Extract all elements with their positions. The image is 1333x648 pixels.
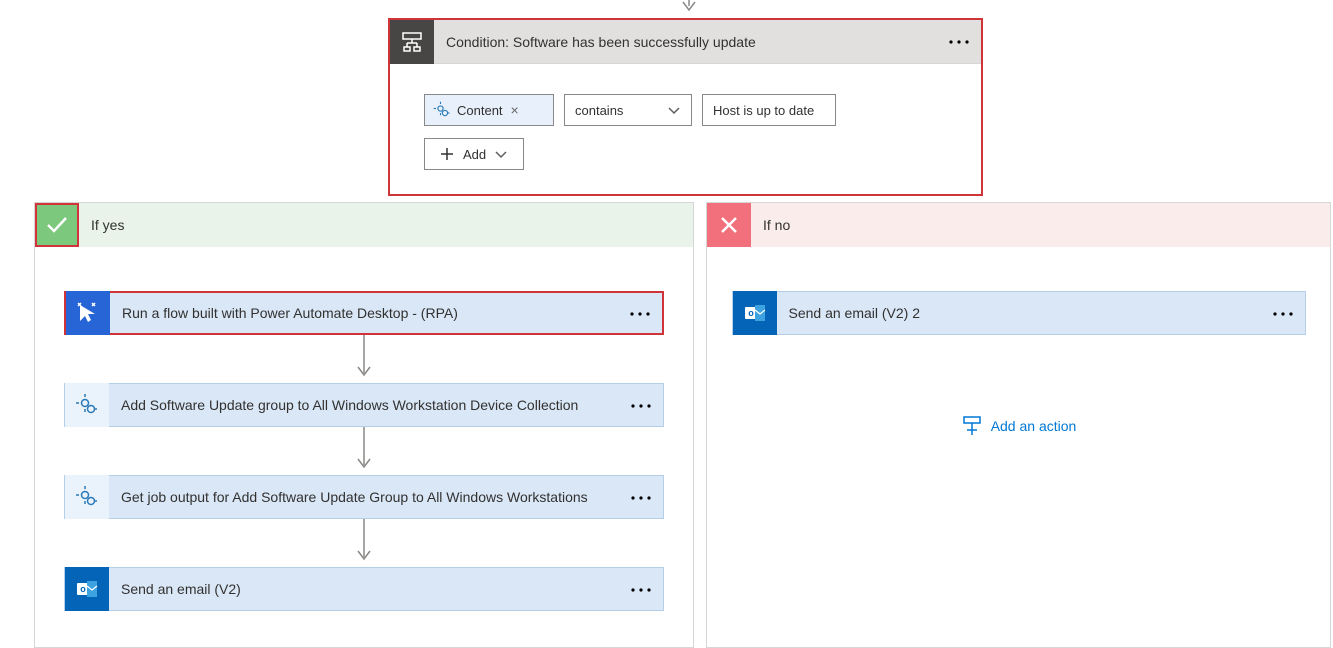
close-icon (707, 203, 751, 247)
condition-card[interactable]: Condition: Software has been successfull… (388, 18, 983, 196)
condition-more-button[interactable] (943, 26, 975, 58)
action-send-email[interactable]: Send an email (V2) (64, 567, 664, 611)
outlook-icon (733, 291, 777, 335)
token-remove-button[interactable]: × (511, 102, 519, 118)
connector-arrow-icon (357, 335, 371, 383)
condition-header[interactable]: Condition: Software has been successfull… (390, 20, 981, 64)
action-more-button[interactable] (629, 582, 653, 597)
incoming-arrow (12, 0, 1333, 18)
automation-gears-icon (65, 475, 109, 519)
branch-no: If no Send an email (V2) 2 Add an action (706, 202, 1331, 648)
condition-value: Host is up to date (713, 103, 814, 118)
action-get-job-output[interactable]: Get job output for Add Software Update G… (64, 475, 664, 519)
branch-yes: If yes Run a flow built with Power Autom… (34, 202, 694, 648)
add-action-button[interactable]: Add an action (707, 415, 1330, 437)
chevron-down-icon (494, 148, 508, 160)
condition-operator-select[interactable]: contains (564, 94, 692, 126)
action-more-button[interactable] (628, 306, 652, 321)
connector-arrow-icon (357, 519, 371, 567)
branch-no-header[interactable]: If no (707, 203, 1330, 247)
condition-title: Condition: Software has been successfull… (446, 34, 943, 50)
action-more-button[interactable] (629, 398, 653, 413)
connector-arrow-icon (357, 427, 371, 475)
branch-yes-label: If yes (91, 217, 124, 233)
action-send-email-2[interactable]: Send an email (V2) 2 (732, 291, 1306, 335)
action-title: Run a flow built with Power Automate Des… (122, 305, 628, 321)
add-action-icon (961, 415, 983, 437)
action-title: Get job output for Add Software Update G… (121, 489, 629, 505)
condition-body: Content × contains Host is up to date Ad… (390, 64, 981, 194)
plus-icon (439, 146, 455, 162)
cursor-click-icon (66, 291, 110, 335)
add-label: Add (463, 147, 486, 162)
chevron-down-icon (667, 104, 681, 116)
condition-left-operand[interactable]: Content × (424, 94, 554, 126)
add-action-label: Add an action (991, 418, 1077, 434)
action-title: Add Software Update group to All Windows… (121, 397, 629, 413)
token-label: Content (457, 103, 503, 118)
condition-icon (390, 20, 434, 64)
automation-gears-icon (433, 101, 451, 119)
action-add-software-update-group[interactable]: Add Software Update group to All Windows… (64, 383, 664, 427)
check-icon (35, 203, 79, 247)
action-more-button[interactable] (1271, 306, 1295, 321)
action-run-desktop-flow[interactable]: Run a flow built with Power Automate Des… (64, 291, 664, 335)
branches-container: If yes Run a flow built with Power Autom… (12, 202, 1333, 648)
condition-add-button[interactable]: Add (424, 138, 524, 170)
condition-value-input[interactable]: Host is up to date (702, 94, 836, 126)
branch-no-label: If no (763, 217, 790, 233)
outlook-icon (65, 567, 109, 611)
operator-value: contains (575, 103, 623, 118)
action-title: Send an email (V2) 2 (789, 305, 1271, 321)
automation-gears-icon (65, 383, 109, 427)
branch-yes-header[interactable]: If yes (35, 203, 693, 247)
action-more-button[interactable] (629, 490, 653, 505)
action-title: Send an email (V2) (121, 581, 629, 597)
